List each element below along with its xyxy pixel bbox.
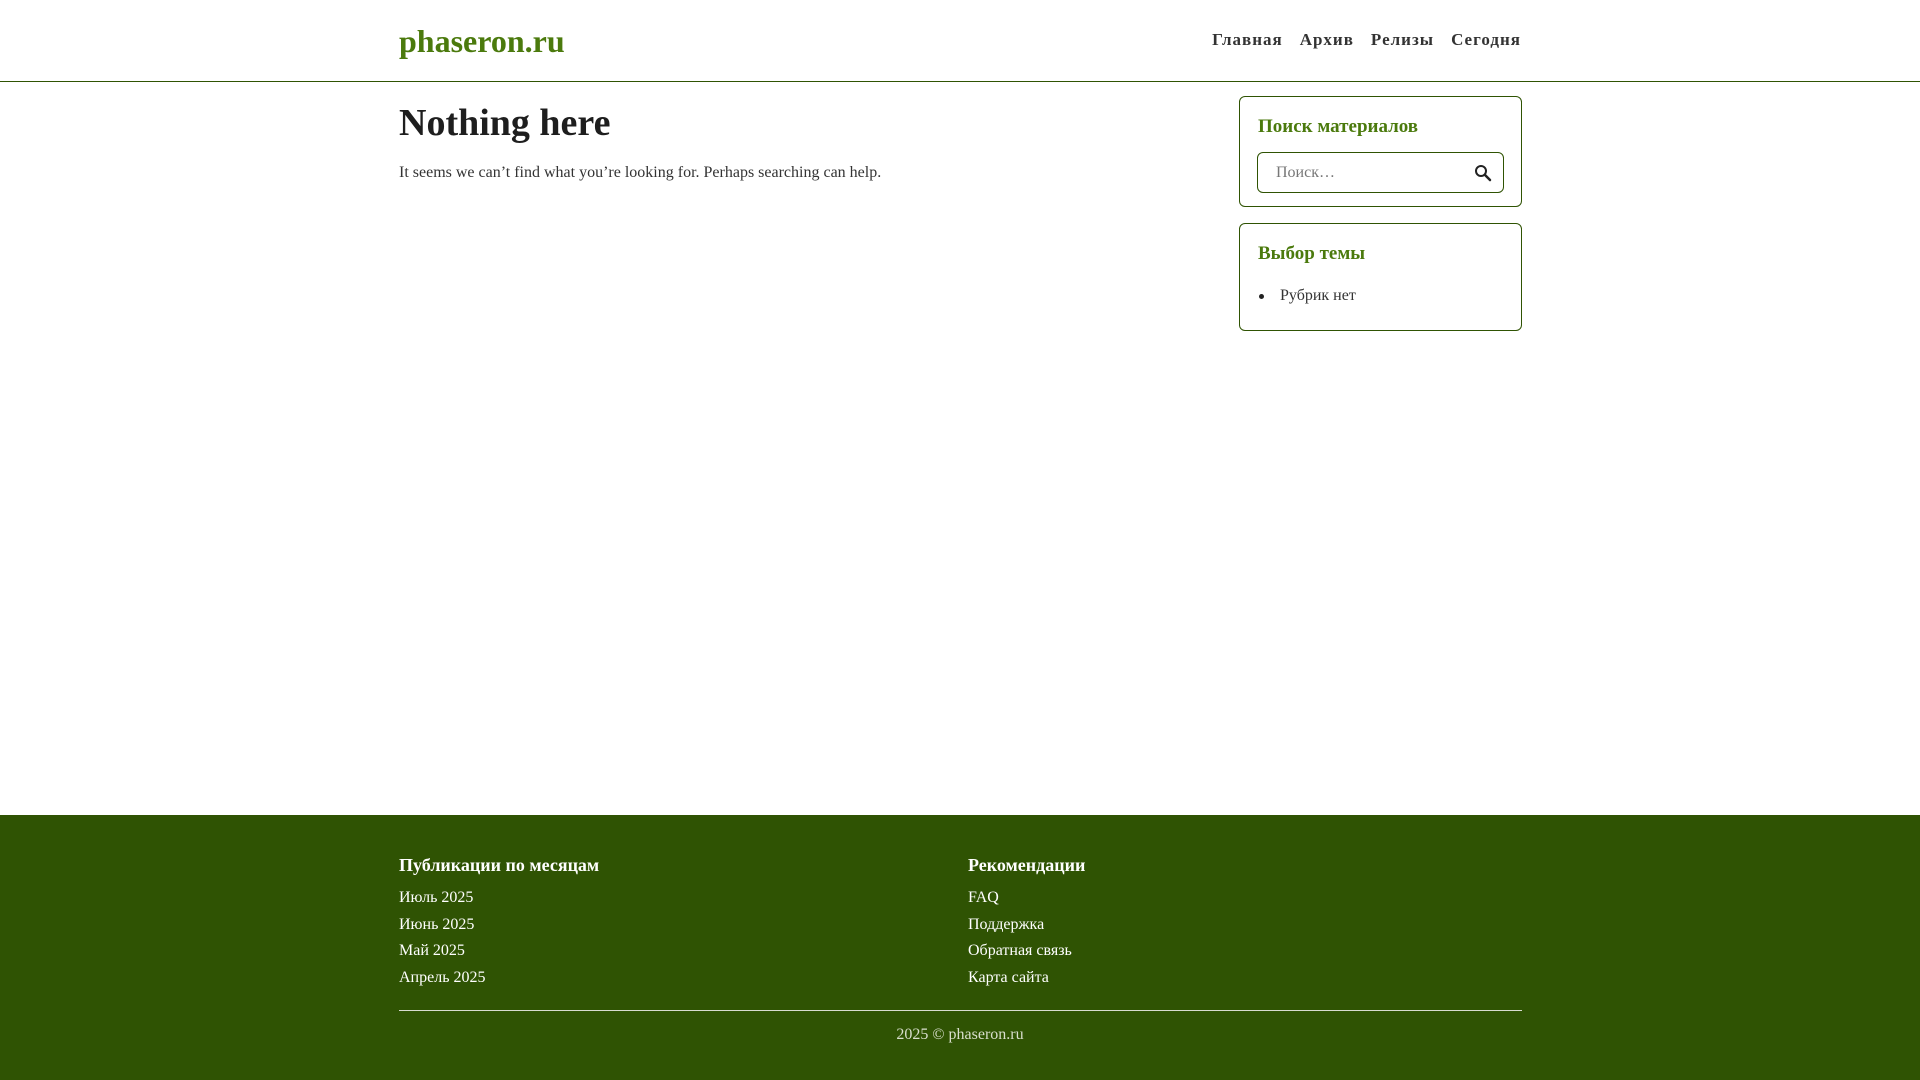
footer-link-support[interactable]: Поддержка	[968, 914, 1085, 936]
copyright-text: 2025 © phaseron.ru	[896, 1026, 1024, 1043]
main-nav: Главная Архив Релизы Сегодня	[1212, 28, 1521, 52]
site-footer: Публикации по месяцам Июль 2025 Июнь 202…	[0, 815, 1920, 1080]
search-button[interactable]	[1471, 161, 1495, 185]
nav-item-archive[interactable]: Архив	[1300, 28, 1354, 52]
search-widget: Поиск материалов	[1239, 96, 1522, 207]
footer-archive-column: Публикации по месяцам Июль 2025 Июнь 202…	[399, 852, 599, 993]
nav-item-home[interactable]: Главная	[1212, 28, 1283, 52]
footer-divider	[399, 1010, 1522, 1011]
footer-link-faq[interactable]: FAQ	[968, 887, 1085, 909]
list-item: Рубрик нет	[1258, 285, 1356, 307]
search-input[interactable]	[1259, 154, 1459, 191]
footer-link-feedback[interactable]: Обратная связь	[968, 940, 1085, 962]
footer-recommendations-title: Рекомендации	[968, 855, 1086, 875]
footer-archive-title: Публикации по месяцам	[399, 855, 600, 875]
nav-item-releases[interactable]: Релизы	[1371, 28, 1434, 52]
nav-item-today[interactable]: Сегодня	[1451, 28, 1521, 52]
categories-list: Рубрик нет	[1258, 285, 1356, 307]
search-widget-title: Поиск материалов	[1258, 116, 1419, 137]
site-title-link[interactable]: phaseron.ru	[399, 20, 565, 62]
site-header: phaseron.ru Главная Архив Релизы Сегодня	[0, 0, 1920, 82]
category-label: Рубрик нет	[1280, 287, 1356, 304]
categories-widget-title: Выбор темы	[1258, 243, 1366, 264]
page-title: Nothing here	[399, 102, 611, 144]
footer-link-may-2025[interactable]: Май 2025	[399, 940, 599, 962]
footer-link-july-2025[interactable]: Июль 2025	[399, 887, 599, 909]
not-found-message: It seems we can’t find what you’re looki…	[399, 164, 882, 181]
search-icon	[1471, 165, 1495, 188]
footer-link-april-2025[interactable]: Апрель 2025	[399, 967, 599, 989]
footer-recommendations-column: Рекомендации FAQ Поддержка Обратная связ…	[968, 852, 1085, 993]
search-form	[1257, 152, 1504, 193]
footer-link-sitemap[interactable]: Карта сайта	[968, 967, 1085, 989]
bullet-icon	[1259, 294, 1264, 299]
categories-widget: Выбор темы Рубрик нет	[1239, 223, 1522, 331]
footer-link-june-2025[interactable]: Июнь 2025	[399, 914, 599, 936]
